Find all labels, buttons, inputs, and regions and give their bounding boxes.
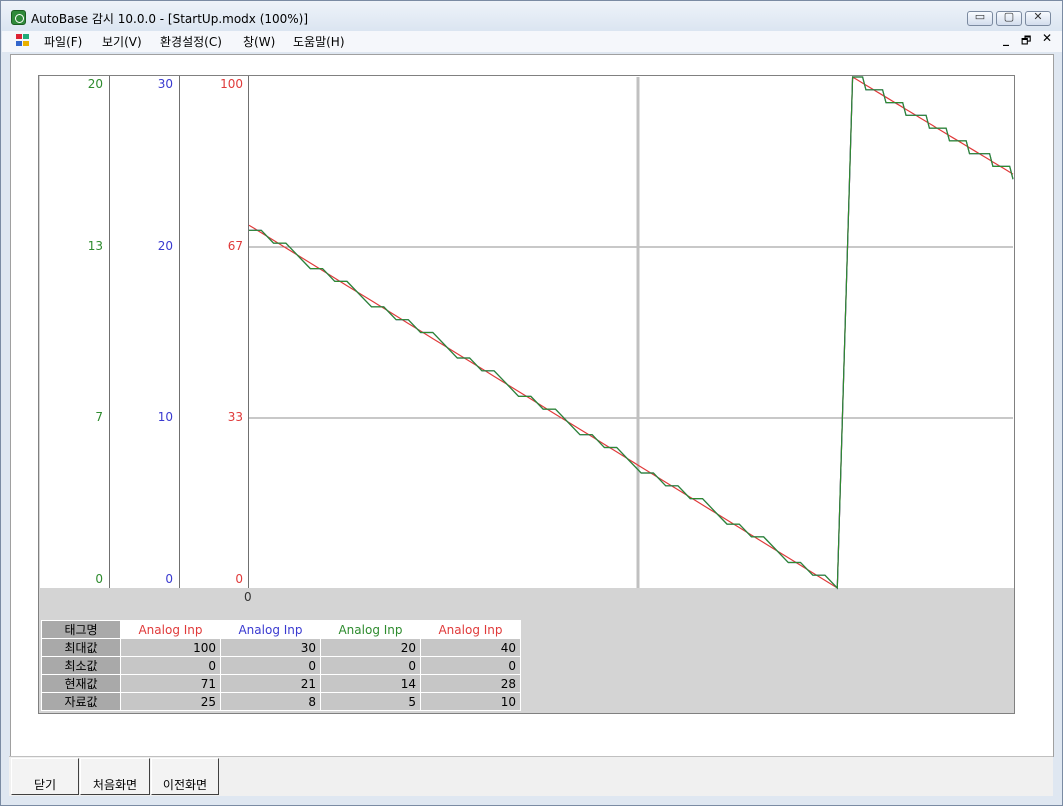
table-row: 최소값 0 0 0 0 xyxy=(41,656,521,675)
table-cell: 10 xyxy=(420,692,521,711)
menu-view[interactable]: 보기(V) xyxy=(102,33,142,50)
row-label: 최대값 xyxy=(41,638,121,657)
mdi-minimize-icon[interactable]: _ xyxy=(1003,32,1009,46)
table-cell: 0 xyxy=(420,656,521,675)
previous-screen-button[interactable]: 이전화면 xyxy=(151,758,219,795)
close-button[interactable]: 닫기 xyxy=(11,758,79,795)
table-row: 현재값 71 21 14 28 xyxy=(41,674,521,693)
menu-bar: 파일(F) 보기(V) 환경설정(C) 창(W) 도움말(H) _ 🗗 ✕ xyxy=(2,31,1062,52)
menu-help[interactable]: 도움말(H) xyxy=(293,33,345,50)
axis-blue-label-min: 0 xyxy=(165,572,173,586)
table-cell: 28 xyxy=(420,674,521,693)
table-cell: 14 xyxy=(320,674,421,693)
table-cell: 30 xyxy=(220,638,321,657)
axis-red-label-max: 100 xyxy=(220,77,243,91)
tag-name-cell: Analog Inp xyxy=(320,620,421,639)
axis-red-label-min: 0 xyxy=(235,572,243,586)
axis-red-label-2: 67 xyxy=(227,239,243,253)
table-row: 자료값 25 8 5 10 xyxy=(41,692,521,711)
tag-value-table: 태그명 Analog Inp Analog Inp Analog Inp Ana… xyxy=(41,620,521,711)
menu-file[interactable]: 파일(F) xyxy=(44,33,82,50)
maximize-icon: ▢ xyxy=(1003,10,1015,23)
axis-green-label-max: 20 xyxy=(87,77,103,91)
minimize-button[interactable]: ▭ xyxy=(967,10,993,26)
axis-blue-label-2: 20 xyxy=(157,239,173,253)
axis-green-label-3: 7 xyxy=(95,410,103,424)
table-cell: 0 xyxy=(320,656,421,675)
table-cell: 100 xyxy=(120,638,221,657)
row-label: 현재값 xyxy=(41,674,121,693)
tag-name-cell: Analog Inp xyxy=(220,620,321,639)
document-icon[interactable] xyxy=(16,34,31,47)
table-header-label: 태그명 xyxy=(41,620,121,639)
tag-name-cell: Analog Inp xyxy=(120,620,221,639)
table-cell: 0 xyxy=(220,656,321,675)
table-header-row: 태그명 Analog Inp Analog Inp Analog Inp Ana… xyxy=(41,620,521,639)
table-cell: 25 xyxy=(120,692,221,711)
table-cell: 5 xyxy=(320,692,421,711)
table-cell: 71 xyxy=(120,674,221,693)
close-window-button[interactable]: ✕ xyxy=(1025,10,1051,26)
menu-settings[interactable]: 환경설정(C) xyxy=(160,33,222,50)
axis-red xyxy=(180,76,249,588)
table-row: 최대값 100 30 20 40 xyxy=(41,638,521,657)
x-axis-zero-label: 0 xyxy=(244,590,252,604)
axis-red-label-3: 33 xyxy=(227,410,243,424)
close-icon: ✕ xyxy=(1033,10,1043,23)
axis-blue xyxy=(110,76,180,588)
table-cell: 40 xyxy=(420,638,521,657)
axis-green xyxy=(40,76,110,588)
minimize-icon: ▭ xyxy=(974,10,986,23)
tag-name-cell: Analog Inp xyxy=(420,620,521,639)
mdi-close-icon[interactable]: ✕ xyxy=(1042,31,1052,45)
title-bar[interactable]: AutoBase 감시 10.0.0 - [StartUp.modx (100%… xyxy=(1,1,1062,31)
table-cell: 20 xyxy=(320,638,421,657)
maximize-button[interactable]: ▢ xyxy=(996,10,1022,26)
table-cell: 8 xyxy=(220,692,321,711)
axis-green-label-2: 13 xyxy=(87,239,103,253)
menu-window[interactable]: 창(W) xyxy=(243,33,275,50)
app-icon xyxy=(11,10,26,25)
row-label: 자료값 xyxy=(41,692,121,711)
axis-blue-label-3: 10 xyxy=(157,410,173,424)
first-screen-button[interactable]: 처음화면 xyxy=(80,758,150,795)
table-cell: 21 xyxy=(220,674,321,693)
axis-green-label-min: 0 xyxy=(95,572,103,586)
axis-blue-label-max: 30 xyxy=(157,77,173,91)
mdi-restore-icon[interactable]: 🗗 xyxy=(1021,32,1031,51)
table-cell: 0 xyxy=(120,656,221,675)
row-label: 최소값 xyxy=(41,656,121,675)
window-title: AutoBase 감시 10.0.0 - [StartUp.modx (100%… xyxy=(31,12,309,26)
